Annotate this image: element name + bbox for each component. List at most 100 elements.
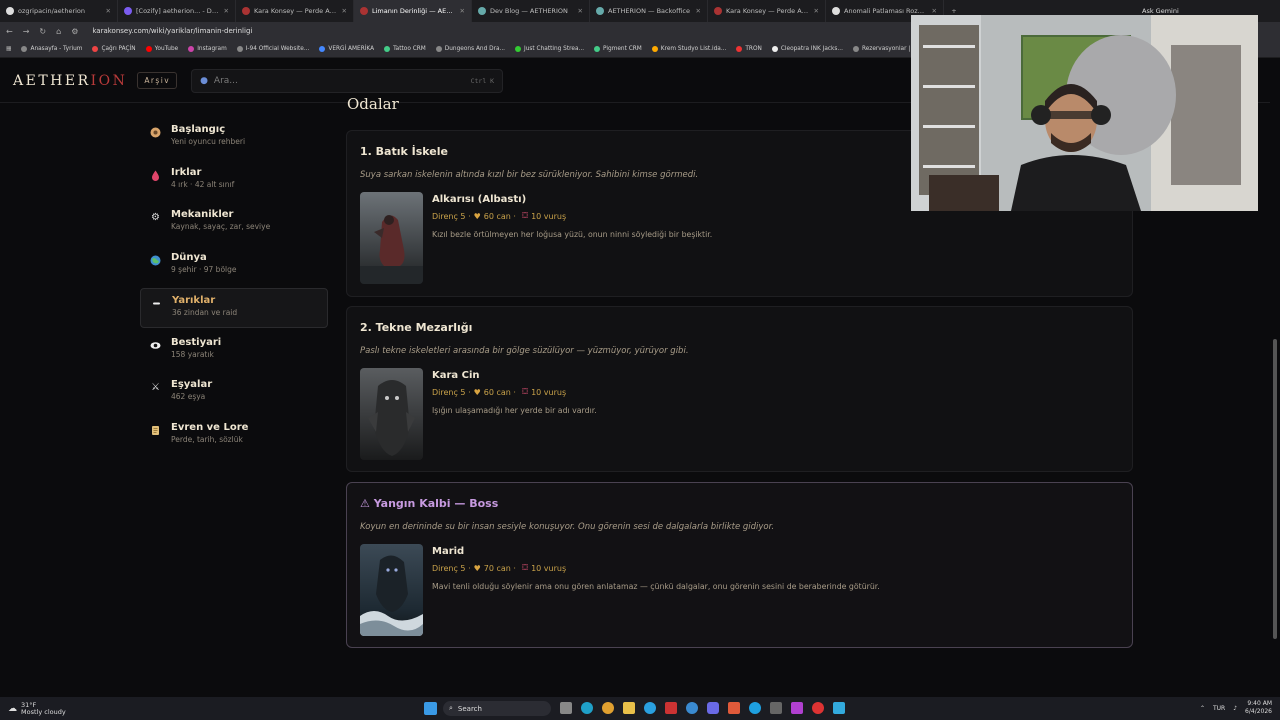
chrome-icon[interactable] [602,702,614,714]
skype-icon[interactable] [644,702,656,714]
archive-badge[interactable]: Arşiv [137,72,178,89]
new-tab-button[interactable]: + [944,7,964,15]
monster-image[interactable] [360,192,423,284]
volume-icon[interactable]: ♪ [1233,705,1237,712]
language-indicator[interactable]: TUR [1213,705,1225,712]
monster-image[interactable] [360,544,423,636]
app-icon[interactable] [791,702,803,714]
clock[interactable]: 9:40 AM 6/4/2026 [1245,700,1272,716]
close-icon[interactable]: ✕ [224,7,229,15]
monster-name[interactable]: Alkarısı (Albastı) [432,194,526,205]
sidebar-item-dunya[interactable]: Dünya 9 şehir · 97 bölge [140,246,328,286]
site-info-icon[interactable]: ⚙ [71,27,78,36]
app-icon[interactable] [665,702,677,714]
bookmark[interactable]: Tattoo CRM [384,45,426,52]
close-icon[interactable]: ✕ [342,7,347,15]
globe-icon [150,255,161,266]
back-icon[interactable]: ← [6,27,13,36]
reload-icon[interactable]: ↻ [39,27,46,36]
site-icon [242,7,250,15]
bookmark[interactable]: Cleopatra INK Jacks... [771,45,843,52]
bookmark[interactable]: Dungeons And Dra... [435,45,505,52]
forward-icon[interactable]: → [23,27,30,36]
sidebar-item-bestiyari[interactable]: Bestiyari 158 yaratık [140,331,328,371]
home-icon[interactable]: ⌂ [56,27,61,36]
page-title: Odalar [347,95,399,113]
heart-icon: ♥ [473,211,481,221]
close-icon[interactable]: ✕ [696,7,701,15]
bookmark-icon [384,45,391,52]
folder-icon[interactable] [623,702,635,714]
close-icon[interactable]: ✕ [814,7,819,15]
coolify-icon [124,7,132,15]
bookmark[interactable]: Pigment CRM [594,45,642,52]
close-icon[interactable]: ✕ [578,7,583,15]
sidebar-item-mekanikler[interactable]: ⚙ Mekanikler Kaynak, sayaç, zar, seviye [140,203,328,243]
room-card: 2. Tekne Mezarlığı Paslı tekne iskeletle… [346,306,1133,472]
bookmark[interactable]: Instagram [188,45,227,52]
search-icon: ● [200,75,208,86]
app-icon[interactable] [812,702,824,714]
close-icon[interactable]: ✕ [460,7,465,15]
close-icon[interactable]: ✕ [106,7,111,15]
bookmark[interactable]: YouTube [145,45,178,52]
app-icon[interactable] [728,702,740,714]
bookmark[interactable]: TRON [736,45,762,52]
bookmark[interactable]: Krem Studyo List.ida... [651,45,726,52]
sidebar: Başlangıç Yeni oyuncu rehberi Irklar 4 ı… [140,118,328,458]
browser-tab[interactable]: AETHERION — Backoffice ✕ [590,0,708,22]
monster-stats: Direnç 5 · ♥ 70 can · ⛋ 10 vuruş [432,563,567,573]
bookmark[interactable]: VERGİ AMERİKA [319,45,374,52]
bookmark[interactable]: Anasayfa - Tyrium [21,45,82,52]
room-title: ⚠ Yangın Kalbi — Boss [360,497,499,510]
tiktok-icon [771,45,778,52]
search-input[interactable]: ● Ara... Ctrl K [191,68,504,93]
sidebar-item-esyalar[interactable]: ⚔ Eşyalar 462 eşya [140,373,328,413]
heart-icon: ♥ [473,387,481,397]
taskbar-search[interactable]: ⌕ Search [443,701,551,716]
notepad-icon[interactable] [833,702,845,714]
search-icon: ⌕ [449,704,453,712]
monster-description: Mavi tenli olduğu söylenir ama onu gören… [432,582,880,591]
chevron-up-icon[interactable]: ⌃ [1200,705,1205,712]
browser-tab-active[interactable]: Limanın Derinliği — AETHERION✕ [354,0,472,22]
bookmark[interactable]: I-94 Official Website... [236,45,309,52]
sidebar-item-baslangic[interactable]: Başlangıç Yeni oyuncu rehberi [140,118,328,158]
browser-tab[interactable]: Kara Konsey — Perde Aralanıyor✕ [708,0,826,22]
app-icon[interactable] [749,702,761,714]
sidebar-item-evren-ve-lore[interactable]: Evren ve Lore Perde, tarih, sözlük [140,416,328,456]
taskview-icon[interactable] [560,702,572,714]
profile-label[interactable]: Ask Gemini [1142,7,1179,15]
telegram-icon[interactable] [686,702,698,714]
globe-icon [478,7,486,15]
page-scrollbar[interactable] [1270,59,1280,692]
site-logo[interactable]: AETHERION [13,73,127,89]
sidebar-item-irklar[interactable]: Irklar 4 ırk · 42 alt sınıf [140,161,328,201]
browser-tab[interactable]: ozgripacin/aetherion ✕ [0,0,118,22]
monster-name[interactable]: Kara Cin [432,370,480,381]
monster-image[interactable] [360,368,423,460]
apps-icon[interactable]: ▦ [6,46,11,52]
scrollbar-thumb[interactable] [1273,339,1277,639]
browser-tab[interactable]: [Cozify] aetherion... - Deploy✕ [118,0,236,22]
close-icon[interactable]: ✕ [932,7,937,15]
bookmark-icon [651,45,658,52]
edge-icon[interactable] [581,702,593,714]
monster-name[interactable]: Marid [432,546,464,557]
scroll-icon [150,425,161,436]
bookmark-icon [319,45,326,52]
weather-widget[interactable]: ☁ 31°F Mostly cloudy [8,701,66,716]
browser-tab[interactable]: Dev Blog — AETHERION ✕ [472,0,590,22]
hit-icon: ⛋ [521,387,529,396]
sidebar-item-yariklar[interactable]: Yarıklar 36 zindan ve raid [140,288,328,328]
bookmark[interactable]: Çağrı PAÇİN [92,45,136,52]
windows-start-icon[interactable] [424,702,437,715]
browser-tab[interactable]: Kara Konsey — Perde Aralanıyor✕ [236,0,354,22]
app-icon[interactable] [770,702,782,714]
hit-icon: ⛋ [521,563,529,572]
room-description: Paslı tekne iskeletleri arasında bir göl… [360,346,689,356]
site-icon [360,7,368,15]
os-taskbar: ☁ 31°F Mostly cloudy ⌕ Search ⌃ TUR ♪ 9:4… [0,697,1280,720]
bookmark[interactable]: Just Chatting Strea... [515,45,584,52]
discord-icon[interactable] [707,702,719,714]
